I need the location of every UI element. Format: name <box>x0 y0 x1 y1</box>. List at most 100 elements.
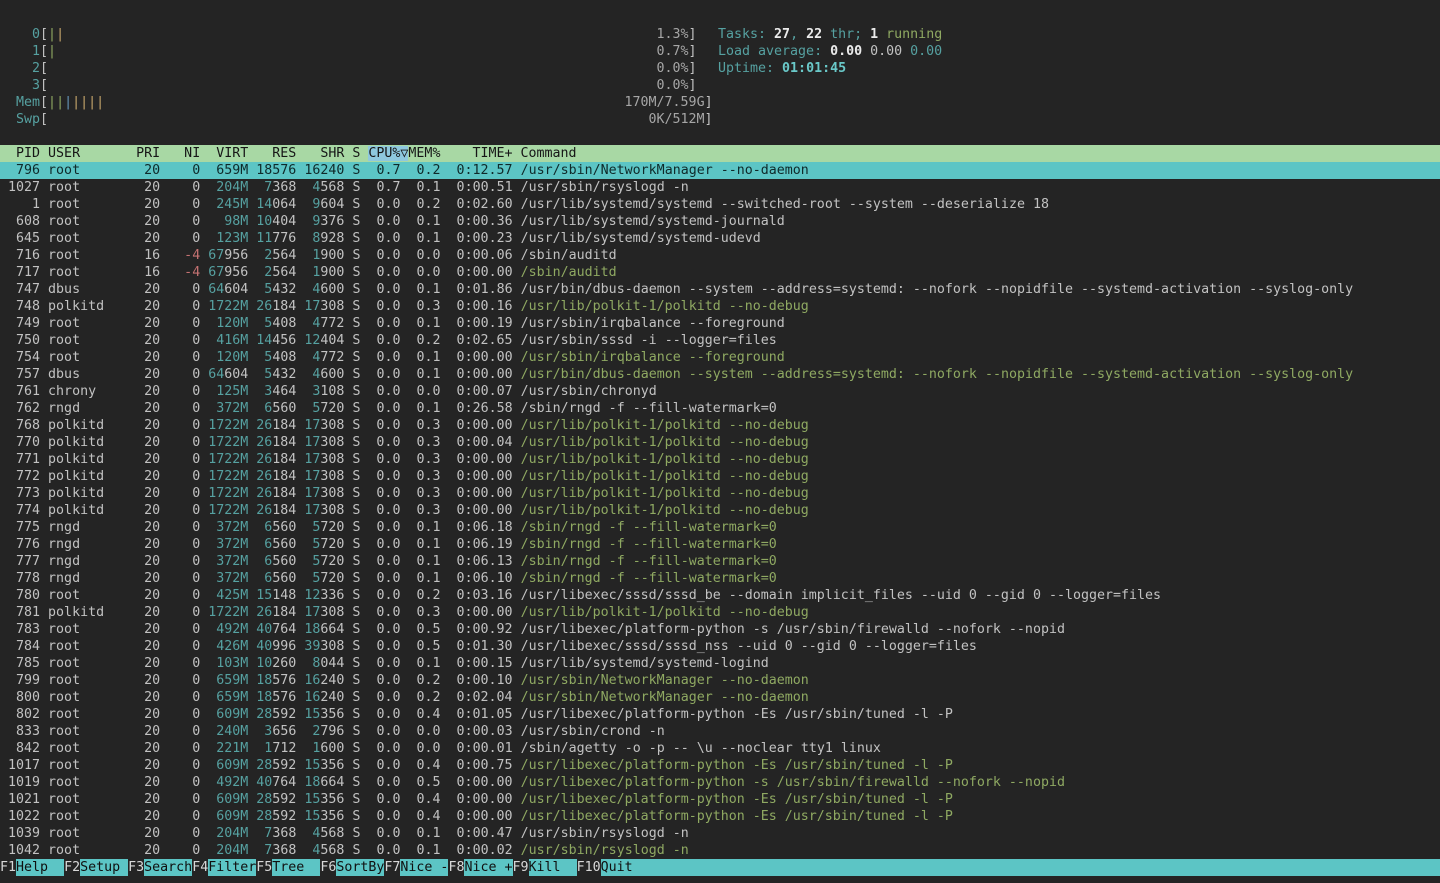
process-row-768[interactable]: 768 polkitd 20 0 1722M 26184 17308 S 0.0… <box>0 417 1440 434</box>
fn-label-filter[interactable]: Filter <box>208 859 256 876</box>
process-row-749[interactable]: 749 root 20 0 120M 5408 4772 S 0.0 0.1 0… <box>0 315 1440 332</box>
cell-pid: 785 <box>0 656 40 671</box>
fn-label-nice-+[interactable]: Nice + <box>464 859 512 876</box>
cell-ni: 0 <box>168 843 200 858</box>
column-header-res[interactable]: RES <box>256 146 296 161</box>
cell-user: root <box>48 809 120 824</box>
process-row-757[interactable]: 757 dbus 20 0 64604 5432 4600 S 0.0 0.1 … <box>0 366 1440 383</box>
cell-command: /sbin/rngd -f --fill-watermark=0 <box>521 554 777 569</box>
process-row-842[interactable]: 842 root 20 0 221M 1712 1600 S 0.0 0.0 0… <box>0 740 1440 757</box>
process-row-778[interactable]: 778 rngd 20 0 372M 6560 5720 S 0.0 0.1 0… <box>0 570 1440 587</box>
fn-label-quit[interactable]: Quit <box>601 859 1440 876</box>
fn-key-f10[interactable]: F10 <box>577 859 601 876</box>
column-header-pid[interactable]: PID <box>0 146 40 161</box>
process-row-774[interactable]: 774 polkitd 20 0 1722M 26184 17308 S 0.0… <box>0 502 1440 519</box>
column-header-time[interactable]: TIME+ <box>440 146 512 161</box>
process-row-802[interactable]: 802 root 20 0 609M 28592 15356 S 0.0 0.4… <box>0 706 1440 723</box>
cell-res: 26184 <box>256 503 296 518</box>
column-header-user[interactable]: USER <box>48 146 120 161</box>
process-row-748[interactable]: 748 polkitd 20 0 1722M 26184 17308 S 0.0… <box>0 298 1440 315</box>
process-row-800[interactable]: 800 root 20 0 659M 18576 16240 S 0.0 0.2… <box>0 689 1440 706</box>
cell-pid: 778 <box>0 571 40 586</box>
cell-time: 0:00.04 <box>441 435 513 450</box>
process-row-754[interactable]: 754 root 20 0 120M 5408 4772 S 0.0 0.1 0… <box>0 349 1440 366</box>
cell-res: 5408 <box>256 316 296 331</box>
fn-label-setup[interactable]: Setup <box>80 859 128 876</box>
process-row-799[interactable]: 799 root 20 0 659M 18576 16240 S 0.0 0.2… <box>0 672 1440 689</box>
uptime: Uptime: 01:01:45 <box>718 60 942 77</box>
column-header-shr[interactable]: SHR <box>304 146 344 161</box>
cell-pri: 20 <box>128 656 160 671</box>
process-row-1027[interactable]: 1027 root 20 0 204M 7368 4568 S 0.7 0.1 … <box>0 179 1440 196</box>
column-header-pri[interactable]: PRI <box>128 146 160 161</box>
column-header-ni[interactable]: NI <box>168 146 200 161</box>
process-row-784[interactable]: 784 root 20 0 426M 40996 39308 S 0.0 0.5… <box>0 638 1440 655</box>
process-row-645[interactable]: 645 root 20 0 123M 11776 8928 S 0.0 0.1 … <box>0 230 1440 247</box>
fn-key-f5[interactable]: F5 <box>256 859 272 876</box>
fn-label-search[interactable]: Search <box>144 859 192 876</box>
process-row-781[interactable]: 781 polkitd 20 0 1722M 26184 17308 S 0.0… <box>0 604 1440 621</box>
process-row-761[interactable]: 761 chrony 20 0 125M 3464 3108 S 0.0 0.0… <box>0 383 1440 400</box>
cell-res: 26184 <box>256 469 296 484</box>
process-row-762[interactable]: 762 rngd 20 0 372M 6560 5720 S 0.0 0.1 0… <box>0 400 1440 417</box>
cell-pri: 20 <box>128 384 160 399</box>
column-header-command[interactable]: Command <box>513 146 577 161</box>
fn-key-f4[interactable]: F4 <box>192 859 208 876</box>
fn-key-f3[interactable]: F3 <box>128 859 144 876</box>
process-row-796[interactable]: 796 root 20 0 659M 18576 16240 S 0.7 0.2… <box>0 162 1440 179</box>
cell-ni: 0 <box>168 588 200 603</box>
process-row-776[interactable]: 776 rngd 20 0 372M 6560 5720 S 0.0 0.1 0… <box>0 536 1440 553</box>
fn-key-f1[interactable]: F1 <box>0 859 16 876</box>
fn-key-f6[interactable]: F6 <box>320 859 336 876</box>
cell-pid: 773 <box>0 486 40 501</box>
process-row-1[interactable]: 1 root 20 0 245M 14064 9604 S 0.0 0.2 0:… <box>0 196 1440 213</box>
cell-res: 7368 <box>256 826 296 841</box>
process-row-783[interactable]: 783 root 20 0 492M 40764 18664 S 0.0 0.5… <box>0 621 1440 638</box>
column-header-mem[interactable]: MEM% <box>408 146 440 161</box>
process-row-833[interactable]: 833 root 20 0 240M 3656 2796 S 0.0 0.0 0… <box>0 723 1440 740</box>
process-row-1017[interactable]: 1017 root 20 0 609M 28592 15356 S 0.0 0.… <box>0 757 1440 774</box>
fn-key-f9[interactable]: F9 <box>513 859 529 876</box>
process-row-717[interactable]: 717 root 16 -4 67956 2564 1900 S 0.0 0.0… <box>0 264 1440 281</box>
fn-key-f8[interactable]: F8 <box>448 859 464 876</box>
column-header-virt[interactable]: VIRT <box>208 146 248 161</box>
process-row-608[interactable]: 608 root 20 0 98M 10404 9376 S 0.0 0.1 0… <box>0 213 1440 230</box>
process-row-1022[interactable]: 1022 root 20 0 609M 28592 15356 S 0.0 0.… <box>0 808 1440 825</box>
column-header-cpu[interactable]: CPU%▽ <box>368 146 408 161</box>
process-row-777[interactable]: 777 rngd 20 0 372M 6560 5720 S 0.0 0.1 0… <box>0 553 1440 570</box>
process-row-747[interactable]: 747 dbus 20 0 64604 5432 4600 S 0.0 0.1 … <box>0 281 1440 298</box>
cell-command: /usr/lib/systemd/systemd-journald <box>521 214 785 229</box>
process-row-716[interactable]: 716 root 16 -4 67956 2564 1900 S 0.0 0.0… <box>0 247 1440 264</box>
cell-state: S <box>352 741 360 756</box>
process-row-770[interactable]: 770 polkitd 20 0 1722M 26184 17308 S 0.0… <box>0 434 1440 451</box>
process-row-785[interactable]: 785 root 20 0 103M 10260 8044 S 0.0 0.1 … <box>0 655 1440 672</box>
process-row-771[interactable]: 771 polkitd 20 0 1722M 26184 17308 S 0.0… <box>0 451 1440 468</box>
cell-pri: 20 <box>128 673 160 688</box>
process-row-1042[interactable]: 1042 root 20 0 204M 7368 4568 S 0.0 0.1 … <box>0 842 1440 859</box>
cpu1-meter-label: 1 <box>16 44 40 59</box>
cell-pri: 20 <box>128 690 160 705</box>
cell-mem: 0.5 <box>408 775 440 790</box>
process-row-1021[interactable]: 1021 root 20 0 609M 28592 15356 S 0.0 0.… <box>0 791 1440 808</box>
fn-label-help[interactable]: Help <box>16 859 64 876</box>
fn-label-nice--[interactable]: Nice - <box>400 859 448 876</box>
process-row-772[interactable]: 772 polkitd 20 0 1722M 26184 17308 S 0.0… <box>0 468 1440 485</box>
cell-user: root <box>48 690 120 705</box>
process-row-1039[interactable]: 1039 root 20 0 204M 7368 4568 S 0.0 0.1 … <box>0 825 1440 842</box>
fn-label-kill[interactable]: Kill <box>529 859 577 876</box>
fn-label-tree[interactable]: Tree <box>272 859 320 876</box>
cell-time: 0:06.18 <box>441 520 513 535</box>
cell-user: root <box>48 622 120 637</box>
cell-shr: 4600 <box>304 367 344 382</box>
cell-virt: 245M <box>208 197 248 212</box>
load-average: Load average: 0.00 0.00 0.00 <box>718 43 942 60</box>
process-row-780[interactable]: 780 root 20 0 425M 15148 12336 S 0.0 0.2… <box>0 587 1440 604</box>
process-row-773[interactable]: 773 polkitd 20 0 1722M 26184 17308 S 0.0… <box>0 485 1440 502</box>
process-row-750[interactable]: 750 root 20 0 416M 14456 12404 S 0.0 0.2… <box>0 332 1440 349</box>
cell-pri: 20 <box>128 435 160 450</box>
process-row-1019[interactable]: 1019 root 20 0 492M 40764 18664 S 0.0 0.… <box>0 774 1440 791</box>
fn-key-f7[interactable]: F7 <box>384 859 400 876</box>
process-row-775[interactable]: 775 rngd 20 0 372M 6560 5720 S 0.0 0.1 0… <box>0 519 1440 536</box>
fn-label-sortby[interactable]: SortBy <box>336 859 384 876</box>
fn-key-f2[interactable]: F2 <box>64 859 80 876</box>
